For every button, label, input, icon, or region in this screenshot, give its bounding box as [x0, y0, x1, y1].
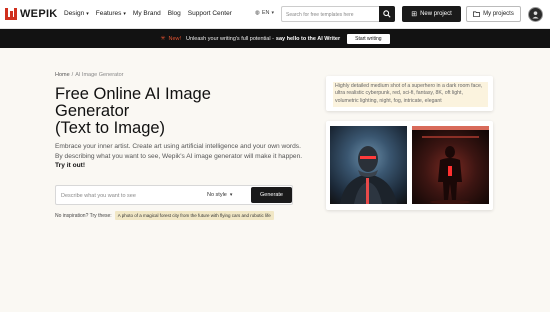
user-avatar-icon — [532, 11, 539, 19]
my-projects-button[interactable]: My projects — [466, 6, 521, 22]
title-line: Generator — [55, 102, 130, 120]
new-project-button[interactable]: ⊞ New project — [402, 6, 461, 22]
top-header: WEPIK Design ▾ Features ▾ My Brand Blog … — [0, 0, 550, 29]
generator-bar: No style ▾ Generate — [55, 185, 293, 205]
example-prompt-card: Highly detailed medium shot of a superhe… — [326, 76, 493, 111]
search-icon — [383, 10, 391, 18]
nav-item-blog[interactable]: Blog — [168, 10, 181, 17]
breadcrumb: Home / AI Image Generator — [55, 72, 124, 78]
promo-banner: ✳ New! Unleash your writing's full poten… — [0, 29, 550, 48]
title-line: (Text to Image) — [55, 119, 166, 137]
chevron-down-icon: ▾ — [86, 10, 89, 17]
breadcrumb-separator: / — [71, 72, 74, 78]
chevron-down-icon: ▾ — [229, 192, 233, 198]
nav-item-design[interactable]: Design ▾ — [64, 10, 89, 17]
wepik-logo-mark-icon — [5, 8, 17, 20]
title-line: Free Online AI Image — [55, 85, 211, 103]
nav-label: Support Center — [187, 10, 232, 17]
plus-square-icon: ⊞ — [411, 11, 418, 18]
main-nav: Design ▾ Features ▾ My Brand Blog Suppor… — [64, 10, 232, 17]
example-image-red-room-hero — [412, 126, 489, 204]
example-prompt-text: Highly detailed medium shot of a superhe… — [333, 82, 488, 107]
nav-label: Design — [64, 10, 85, 17]
banner-strong-text: say hello to the AI Writer — [275, 35, 341, 42]
nav-item-support-center[interactable]: Support Center — [188, 10, 232, 17]
page-title: Free Online AI Image Generator (Text to … — [55, 86, 285, 137]
chevron-down-icon: ▾ — [271, 10, 274, 16]
superhero-silhouette-illustration — [412, 126, 489, 204]
hero-description: Embrace your inner artist. Create art us… — [55, 142, 305, 171]
search-button[interactable] — [379, 6, 395, 22]
description-cta: Try it out! — [55, 162, 86, 169]
description-text: Embrace your inner artist. Create art us… — [55, 143, 303, 160]
breadcrumb-home-link[interactable]: Home — [55, 72, 70, 78]
inspiration-row: No inspiration? Try these: A photo of a … — [55, 211, 274, 220]
nav-label: Blog — [167, 10, 181, 17]
user-avatar[interactable] — [528, 7, 543, 22]
nav-item-features[interactable]: Features ▾ — [96, 10, 126, 17]
wepik-logo[interactable]: WEPIK — [5, 8, 58, 20]
example-images-card — [326, 121, 493, 210]
globe-icon: ◍ — [255, 10, 260, 16]
my-projects-label: My projects — [483, 11, 514, 17]
example-image-cyberpunk-hero — [330, 126, 407, 204]
nav-item-my-brand[interactable]: My Brand — [133, 10, 161, 17]
language-label: EN — [261, 10, 270, 16]
search-input[interactable] — [286, 10, 378, 19]
banner-text: Unleash your writing's full potential - — [186, 35, 274, 42]
inspiration-label: No inspiration? Try these: — [55, 212, 112, 219]
breadcrumb-current: AI Image Generator — [75, 72, 124, 78]
nav-label: Features — [95, 10, 122, 17]
chevron-down-icon: ▾ — [123, 10, 126, 17]
style-dropdown[interactable]: No style ▾ — [207, 192, 232, 198]
hero-section: Home / AI Image Generator Free Online AI I… — [0, 48, 550, 312]
start-writing-button[interactable]: Start writing — [347, 33, 390, 44]
banner-new-label: New! — [168, 35, 182, 42]
new-project-label: New project — [420, 11, 452, 17]
inspiration-chip[interactable]: A photo of a magical forest city from th… — [114, 211, 274, 220]
folder-icon — [473, 11, 481, 17]
prompt-input[interactable] — [61, 191, 191, 200]
sparkle-icon: ✳ — [160, 36, 166, 42]
nav-label: My Brand — [132, 10, 161, 17]
generate-button[interactable]: Generate — [251, 187, 292, 203]
language-selector[interactable]: ◍ EN ▾ — [255, 10, 274, 16]
search-box — [281, 6, 395, 22]
logo-text: WEPIK — [20, 8, 58, 20]
style-label: No style — [207, 192, 227, 198]
superhero-figure-illustration — [340, 146, 397, 204]
